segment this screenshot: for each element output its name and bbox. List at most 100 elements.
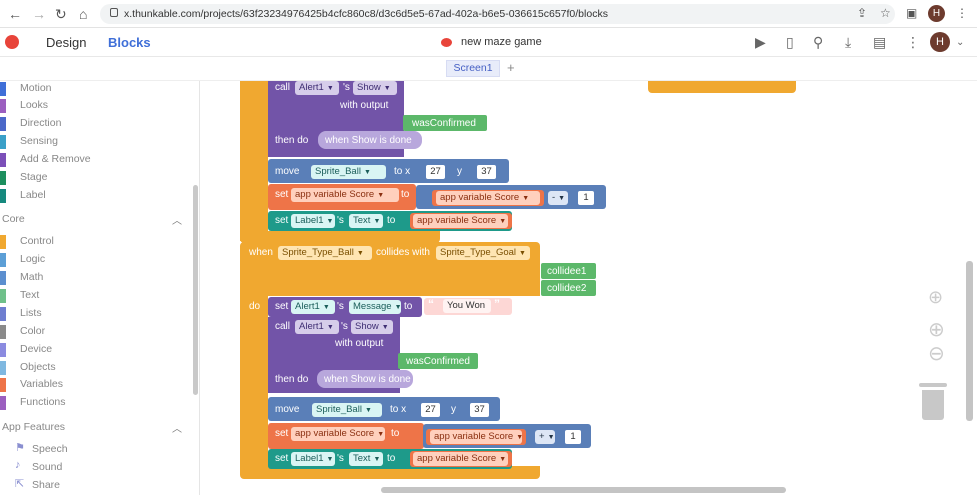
- show-dropdown-2[interactable]: Show ▼: [351, 320, 393, 334]
- category-swatch: [0, 235, 6, 249]
- sprite-ball-dropdown-2[interactable]: Sprite_Ball ▼: [312, 403, 382, 417]
- show-dropdown[interactable]: Show ▼: [353, 81, 397, 95]
- device-preview-icon[interactable]: ▯: [786, 34, 794, 51]
- control-block-stub[interactable]: [648, 81, 796, 93]
- do-label: do: [249, 301, 261, 312]
- score-getter-dropdown-2[interactable]: app variable Score ▼: [413, 214, 508, 228]
- blocks-workspace[interactable]: call Alert1 ▼ 's Show ▼ with output wasCon…: [201, 81, 977, 495]
- download-icon[interactable]: ⤓: [845, 34, 851, 51]
- chevron-down-icon[interactable]: ⌄: [956, 37, 964, 48]
- alert-text: Alert1: [299, 82, 324, 93]
- when-label: when: [249, 247, 273, 258]
- move-sprite-block-top[interactable]: [268, 159, 509, 183]
- dropdown-arrow-icon: ▼: [558, 195, 566, 202]
- s-label-3: 's: [337, 301, 344, 312]
- sidebar-toggle-icon[interactable]: ▣: [906, 6, 917, 20]
- x-value-field[interactable]: 27: [426, 165, 445, 179]
- dropdown-arrow-icon: ▼: [326, 324, 334, 331]
- feature-speech[interactable]: Speech: [32, 443, 68, 455]
- you-won-string-block[interactable]: “ You Won ”: [424, 297, 512, 315]
- url-text[interactable]: x.thunkable.com/projects/63f23234976425b…: [124, 8, 608, 20]
- category-swatch: [0, 189, 6, 203]
- play-icon[interactable]: ▶: [755, 34, 766, 51]
- label1-dropdown[interactable]: Label1 ▼: [291, 214, 335, 228]
- screen-tab-screen1[interactable]: Screen1: [446, 60, 500, 77]
- label1-text-2: Label1: [295, 453, 324, 464]
- text-prop-dropdown[interactable]: Text ▼: [349, 214, 383, 228]
- sprite-ball-dropdown[interactable]: Sprite_Ball ▼: [311, 165, 386, 179]
- score-getter-dropdown-3[interactable]: app variable Score ▼: [430, 430, 523, 444]
- category-swatch: [0, 171, 6, 185]
- alert1-dropdown-2[interactable]: Alert1 ▼: [291, 300, 335, 314]
- score-variable-dropdown[interactable]: app variable Score ▼: [291, 188, 399, 202]
- section-core-title[interactable]: Core: [2, 213, 25, 225]
- x-value-field-2[interactable]: 27: [421, 403, 440, 417]
- section-app-features-title[interactable]: App Features: [2, 421, 65, 433]
- zoom-out-icon[interactable]: ⊖: [928, 341, 945, 366]
- score-getter-text-2: app variable Score: [417, 215, 497, 226]
- sprite-type-ball-dropdown[interactable]: Sprite_Type_Ball ▼: [278, 246, 372, 260]
- tab-blocks[interactable]: Blocks: [108, 35, 151, 50]
- category-swatch: [0, 378, 6, 392]
- dropdown-arrow-icon: ▼: [522, 195, 530, 202]
- text-prop-dropdown-2[interactable]: Text ▼: [349, 452, 383, 466]
- y-value-field[interactable]: 37: [477, 165, 496, 179]
- collidee2-label: collidee2: [547, 283, 587, 294]
- docs-book-icon[interactable]: ▤: [873, 34, 886, 51]
- collides-event-body: [240, 296, 268, 466]
- sprite-ball-text: Sprite_Ball: [315, 166, 361, 177]
- workspace-horizontal-scrollbar[interactable]: [381, 487, 786, 493]
- zoom-in-icon[interactable]: ⊕: [928, 317, 945, 342]
- forward-arrow-icon[interactable]: →: [32, 6, 46, 22]
- thunkable-logo-icon[interactable]: [5, 35, 19, 49]
- to-x-label: to x: [394, 166, 411, 177]
- label1-dropdown-2[interactable]: Label1 ▼: [291, 452, 335, 466]
- add-screen-button[interactable]: +: [507, 60, 515, 75]
- browser-menu-icon[interactable]: ⋮: [956, 6, 968, 20]
- y-value-field-2[interactable]: 37: [470, 403, 489, 417]
- more-menu-icon[interactable]: ⋮: [906, 34, 920, 51]
- project-icon: [441, 38, 452, 47]
- move-sprite-block-bottom[interactable]: [268, 397, 500, 421]
- sprite-type-goal-dropdown[interactable]: Sprite_Type_Goal ▼: [436, 246, 530, 260]
- operator-minus-dropdown[interactable]: - ▼: [548, 191, 568, 205]
- user-avatar[interactable]: H: [930, 32, 950, 52]
- was-confirmed-label-2: wasConfirmed: [406, 356, 470, 367]
- collapse-core-icon[interactable]: ︿: [172, 212, 182, 227]
- collapse-app-features-icon[interactable]: ︿: [172, 420, 182, 435]
- when-show-done-label: when Show is done: [325, 135, 412, 146]
- text-prop-text-2: Text: [353, 453, 371, 464]
- minus-operand-field[interactable]: 1: [578, 191, 594, 205]
- home-icon[interactable]: ⌂: [79, 6, 87, 22]
- score-getter-dropdown[interactable]: app variable Score ▼: [436, 191, 540, 205]
- you-won-text[interactable]: You Won: [443, 299, 491, 313]
- show-text: Show: [357, 82, 381, 93]
- control-block-top[interactable]: [240, 81, 268, 241]
- with-output-label-2: with output: [335, 338, 384, 349]
- tab-design[interactable]: Design: [46, 35, 86, 50]
- score-variable-dropdown-2[interactable]: app variable Score ▼: [291, 427, 385, 441]
- sidebar-scrollbar[interactable]: [193, 185, 198, 395]
- share-icon[interactable]: ⚲: [813, 34, 823, 51]
- alert-dropdown-3[interactable]: Alert1 ▼: [295, 320, 339, 334]
- recenter-target-icon[interactable]: ⊕: [928, 287, 943, 308]
- browser-profile-avatar[interactable]: H: [928, 5, 945, 22]
- y-label: y: [457, 166, 462, 177]
- then-do-label-2: then do: [275, 374, 309, 385]
- operator-plus-dropdown[interactable]: + ▼: [535, 430, 555, 444]
- workspace-vertical-scrollbar[interactable]: [966, 261, 973, 421]
- message-prop-dropdown[interactable]: Message ▼: [349, 300, 402, 314]
- score-getter-dropdown-4[interactable]: app variable Score ▼: [413, 452, 508, 466]
- bookmark-star-icon[interactable]: ☆: [880, 6, 891, 20]
- feature-sound[interactable]: Sound: [32, 461, 62, 473]
- plus-operand-field[interactable]: 1: [565, 430, 581, 444]
- share-page-icon[interactable]: ⇪: [857, 6, 867, 20]
- trash-can-icon[interactable]: [919, 383, 947, 421]
- reload-icon[interactable]: ↻: [55, 6, 67, 22]
- alert-dropdown[interactable]: Alert1 ▼: [295, 81, 339, 95]
- project-title[interactable]: new maze game: [461, 36, 542, 48]
- feature-share[interactable]: Share: [32, 479, 60, 491]
- collides-with-label: collides with: [376, 247, 430, 258]
- to-label-3: to: [404, 301, 413, 312]
- back-arrow-icon[interactable]: ←: [8, 6, 22, 22]
